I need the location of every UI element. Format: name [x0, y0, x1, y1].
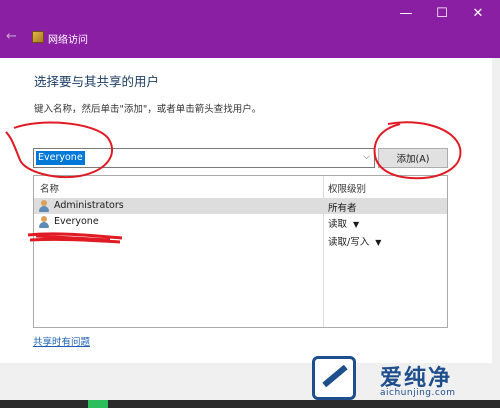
- column-header-name[interactable]: 名称: [40, 181, 59, 195]
- permission-dropdown[interactable]: 读取 ▼: [328, 216, 359, 230]
- add-button[interactable]: 添加(A): [378, 148, 448, 168]
- permission-dropdown[interactable]: 读取/写入 ▼: [328, 234, 381, 248]
- close-button[interactable]: ✕: [460, 0, 496, 26]
- taskbar-strip: [0, 400, 500, 408]
- combobox-selected-text[interactable]: Everyone: [36, 151, 85, 165]
- title-bar: — ☐ ✕ ← 网络访问: [0, 0, 500, 58]
- list-item-name: Administrators: [54, 200, 124, 211]
- caret-down-icon[interactable]: ▼: [375, 238, 381, 247]
- maximize-button[interactable]: ☐: [424, 0, 460, 26]
- list-item-everyone[interactable]: Everyone 读取 ▼: [34, 214, 447, 230]
- user-group-icon: [38, 216, 51, 228]
- user-group-icon: [38, 200, 51, 212]
- page-title: 选择要与其共享的用户: [34, 74, 160, 89]
- scrollbar[interactable]: [492, 58, 500, 363]
- network-share-icon: [32, 31, 44, 43]
- user-name-combobox[interactable]: Everyone ⌵: [33, 148, 375, 168]
- minimize-button[interactable]: —: [388, 0, 424, 26]
- sharing-dialog: — ☐ ✕ ← 网络访问 选择要与其共享的用户 键入名称，然后单击"添加"，或者…: [0, 0, 500, 408]
- instruction-text: 键入名称，然后单击"添加"，或者单击箭头查找用户。: [34, 104, 262, 115]
- list-item-name: Everyone: [54, 216, 99, 227]
- list-item-redacted-user[interactable]: 读取/写入 ▼: [34, 232, 447, 248]
- watermark-logo-icon: [312, 356, 356, 400]
- list-item-administrators[interactable]: Administrators 所有者: [34, 198, 447, 214]
- back-arrow-icon[interactable]: ←: [6, 29, 17, 44]
- column-header-permission[interactable]: 权限级别: [328, 181, 366, 195]
- chevron-down-icon[interactable]: ⌵: [363, 152, 370, 162]
- caret-down-icon[interactable]: ▼: [353, 220, 359, 229]
- taskbar-indicator: [88, 400, 108, 408]
- permission-level: 所有者: [328, 203, 357, 214]
- window-title: 网络访问: [48, 35, 88, 46]
- sharing-trouble-link[interactable]: 共享时有问题: [33, 334, 90, 348]
- user-permission-list[interactable]: 名称 权限级别 Administrators 所有者 Everyone 读取 ▼ …: [33, 175, 448, 328]
- watermark-url: aichunjing.com: [380, 388, 456, 398]
